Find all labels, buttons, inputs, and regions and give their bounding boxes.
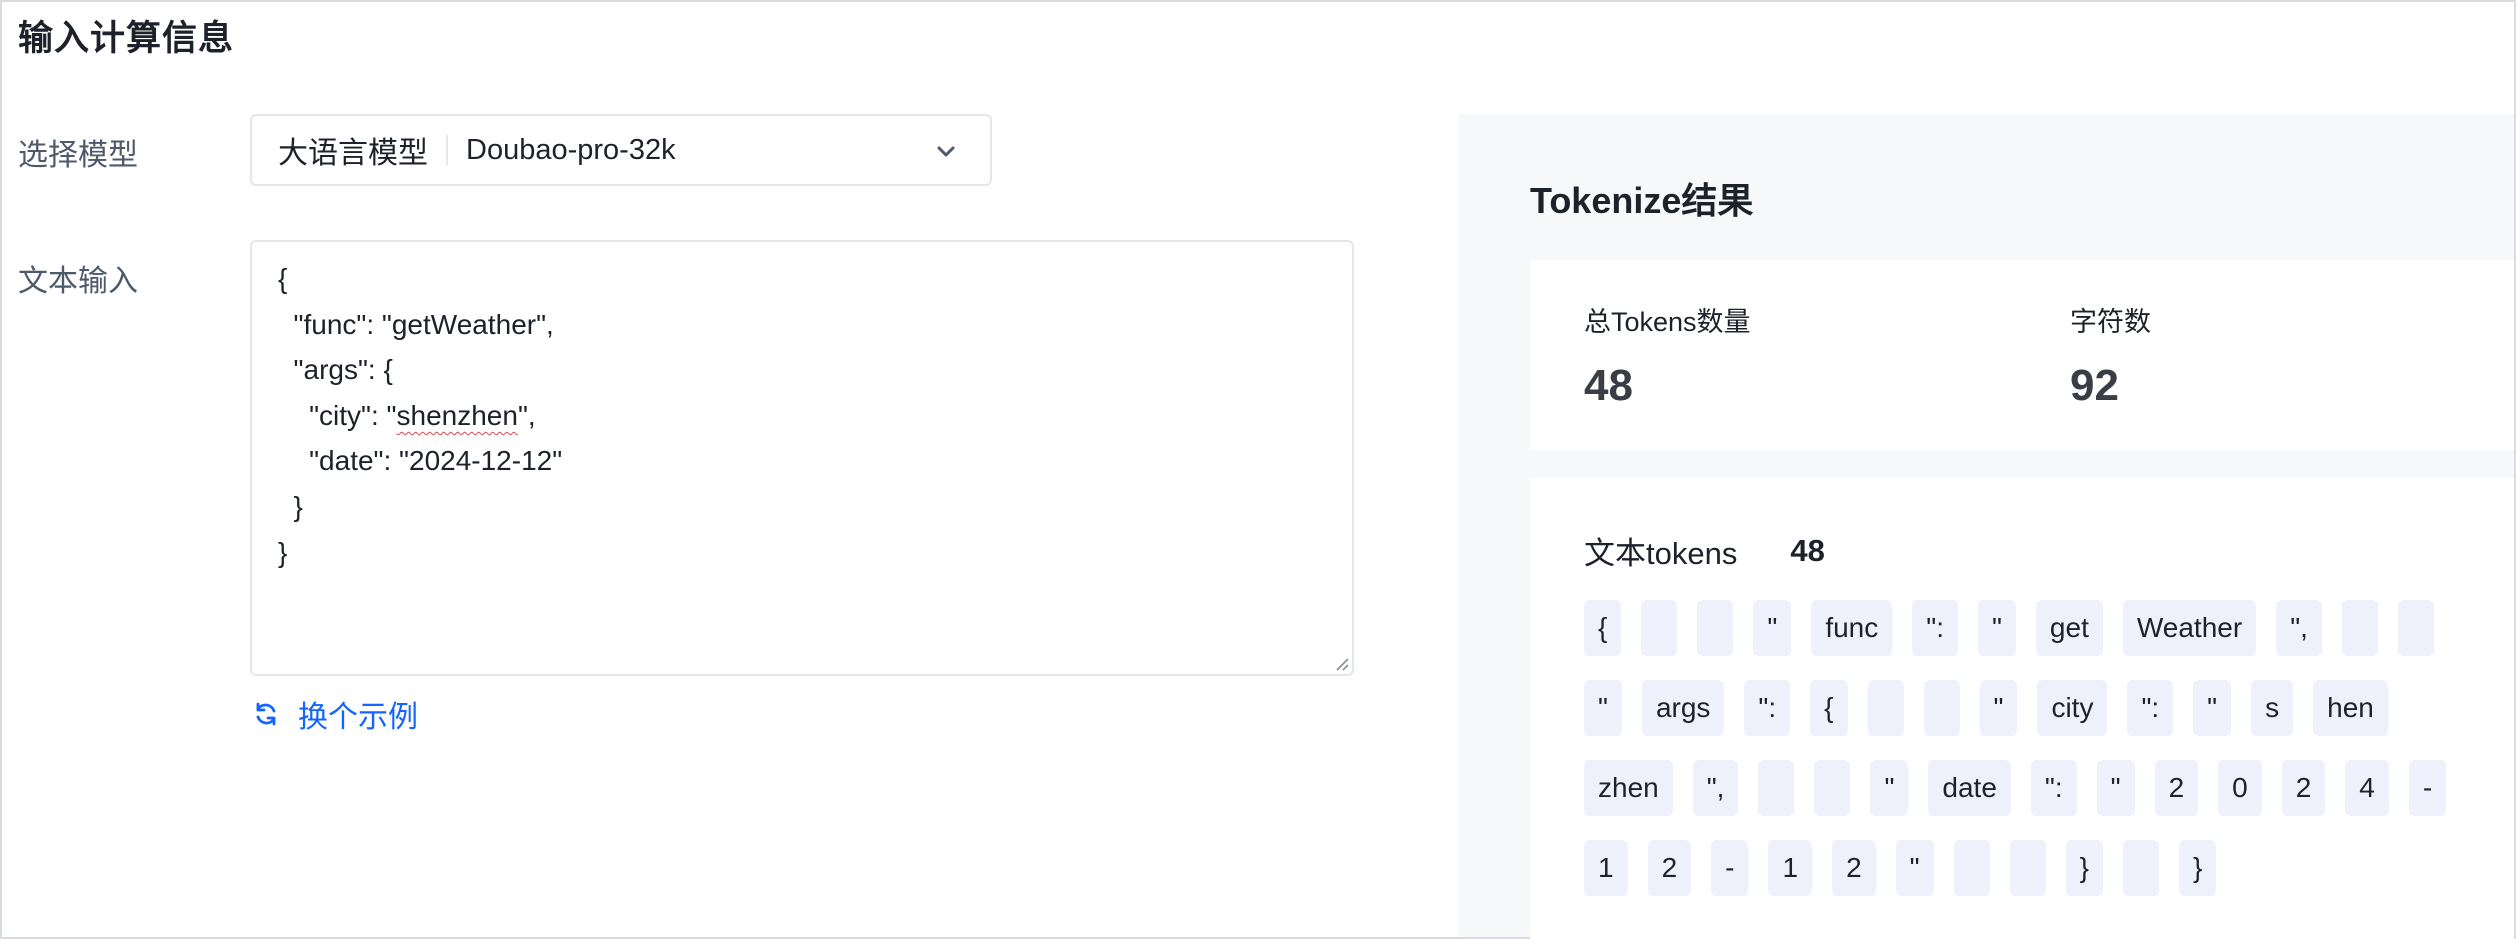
token-chip: s (2251, 680, 2294, 736)
token-chip: { (1810, 680, 1848, 736)
token-chip: args (1641, 680, 1725, 736)
text-line: "date": "2024-12-12" (278, 445, 563, 477)
token-chip: " (1870, 760, 1909, 816)
swap-example-button[interactable]: 换个示例 (252, 692, 418, 736)
model-select[interactable]: 大语言模型 Doubao-pro-32k (250, 114, 992, 186)
token-chip: ": (2030, 760, 2077, 816)
token-chip: 2 (1832, 840, 1876, 896)
text-tokens-header: 文本tokens 48 (1584, 528, 1825, 573)
token-chip: 2 (2154, 760, 2199, 816)
text-line: { (278, 263, 288, 294)
token-chip: - (1711, 840, 1749, 896)
token-chip: { (1584, 600, 1622, 656)
token-chip: " (1753, 600, 1792, 656)
token-chip: 2 (2281, 760, 2326, 816)
text-input-label: 文本输入 (18, 265, 138, 298)
token-chip: } (2065, 840, 2103, 896)
token-chip: ": (1744, 680, 1791, 736)
model-name: Doubao-pro-32k (466, 133, 676, 166)
refresh-icon (256, 702, 276, 726)
token-chip: " (2193, 680, 2232, 736)
token-chip: date (1928, 760, 2011, 816)
swap-example-label: 换个示例 (298, 701, 418, 734)
token-chip: zhen (1584, 760, 1673, 816)
token-chip: } (2178, 840, 2217, 896)
text-input[interactable]: { "func": "getWeather", "args": { "city"… (250, 240, 1354, 676)
token-chip: 4 (2345, 760, 2389, 816)
text-line: "func": "getWeather", (278, 308, 554, 340)
token-chip: - (2408, 760, 2447, 816)
text-tokens-label: 文本tokens (1584, 536, 1738, 571)
token-list: { " func ": " get Weather ", " args ":{ " city ": "… (1584, 600, 2484, 896)
token-chip: get (2035, 600, 2103, 656)
token-chip: ", (1692, 760, 1739, 816)
text-line: ", (517, 399, 536, 431)
token-chip: func (1811, 600, 1893, 656)
token-chip (1867, 680, 1904, 736)
text-line: "args": { (278, 354, 393, 386)
token-chip: " (1895, 840, 1934, 896)
total-tokens-value: 48 (1584, 361, 1633, 410)
token-chip: " (1979, 680, 2018, 736)
stats-card: 总Tokens数量 48 字符数 92 (1530, 260, 2514, 450)
token-chip (1758, 760, 1795, 816)
token-chip: ": (2127, 680, 2174, 736)
token-chip (1953, 840, 1990, 896)
token-chip (2397, 600, 2434, 656)
token-chip (2122, 840, 2159, 896)
token-chip: hen (2313, 680, 2388, 736)
token-chip: 1 (1768, 840, 1813, 896)
resize-handle-icon[interactable] (1332, 654, 1350, 672)
char-count-label: 字符数 (2070, 307, 2151, 337)
text-line: } (278, 490, 303, 522)
text-line: "city": " (278, 399, 397, 431)
model-label: 选择模型 (18, 139, 138, 172)
text-tokens-card: 文本tokens 48 { " func ": " get Weather ", " args… (1530, 478, 2514, 939)
model-separator (446, 135, 448, 165)
token-chip: ", (2276, 600, 2322, 656)
total-tokens-stat: 总Tokens数量 48 (1584, 300, 1751, 411)
token-chip (2009, 840, 2046, 896)
token-chip (1814, 760, 1851, 816)
spellcheck-word: shenzhen (396, 399, 518, 431)
total-tokens-label: 总Tokens数量 (1584, 307, 1751, 337)
token-chip: 2 (1647, 840, 1692, 896)
token-chip (1697, 600, 1734, 656)
token-chip: " (1584, 680, 1622, 736)
chevron-down-icon (937, 146, 955, 157)
token-chip (1641, 600, 1678, 656)
token-chip: " (1977, 600, 2016, 656)
text-line: } (278, 536, 288, 568)
token-chip: " (2096, 760, 2135, 816)
token-chip (1923, 680, 1960, 736)
result-title: Tokenize结果 (1530, 180, 1754, 221)
model-type: 大语言模型 (278, 137, 428, 170)
token-chip (2341, 600, 2378, 656)
token-chip: city (2037, 680, 2108, 736)
text-tokens-count: 48 (1790, 532, 1825, 568)
char-count-value: 92 (2070, 361, 2119, 410)
token-chip: ": (1912, 600, 1958, 656)
char-count-stat: 字符数 92 (2070, 300, 2151, 411)
page-title: 输入计算信息 (18, 19, 235, 58)
token-chip: 0 (2218, 760, 2262, 816)
token-chip: Weather (2122, 600, 2257, 656)
token-chip: 1 (1584, 840, 1628, 896)
